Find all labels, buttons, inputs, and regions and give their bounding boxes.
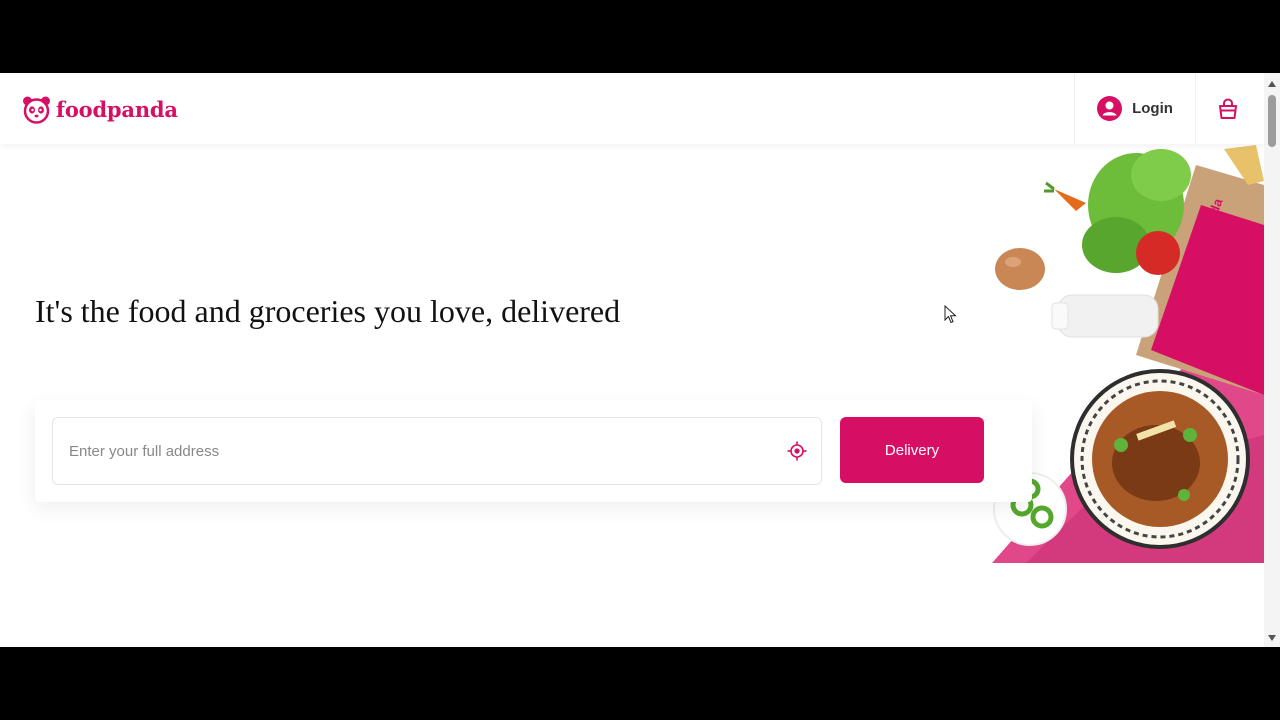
address-input[interactable]	[53, 418, 753, 484]
shopping-bag-icon	[1219, 97, 1237, 119]
logo-wordmark: foodpanda	[56, 96, 178, 122]
login-button[interactable]: Login	[1074, 73, 1196, 144]
login-label: Login	[1132, 100, 1173, 117]
site-header: foodpanda Login	[0, 73, 1264, 144]
crosshair-locate-icon	[787, 441, 807, 461]
delivery-button[interactable]: Delivery	[840, 417, 984, 483]
scrollbar-thumb[interactable]	[1268, 95, 1276, 147]
mouse-pointer-icon	[944, 305, 957, 324]
locate-me-button[interactable]	[787, 441, 807, 461]
foodpanda-logo[interactable]: foodpanda	[22, 93, 178, 125]
user-icon	[1097, 96, 1123, 121]
browser-viewport: foodpanda Login It's the food and grocer…	[0, 73, 1280, 647]
scroll-up-arrow-icon[interactable]	[1268, 81, 1276, 87]
address-field-wrapper	[52, 417, 822, 485]
address-search-card: Delivery	[35, 400, 1032, 502]
cart-button[interactable]	[1196, 73, 1260, 144]
hero-headline: It's the food and groceries you love, de…	[35, 293, 621, 329]
panda-logo-icon	[23, 96, 50, 124]
scroll-down-arrow-icon[interactable]	[1268, 635, 1276, 641]
vertical-scrollbar[interactable]	[1264, 73, 1280, 647]
